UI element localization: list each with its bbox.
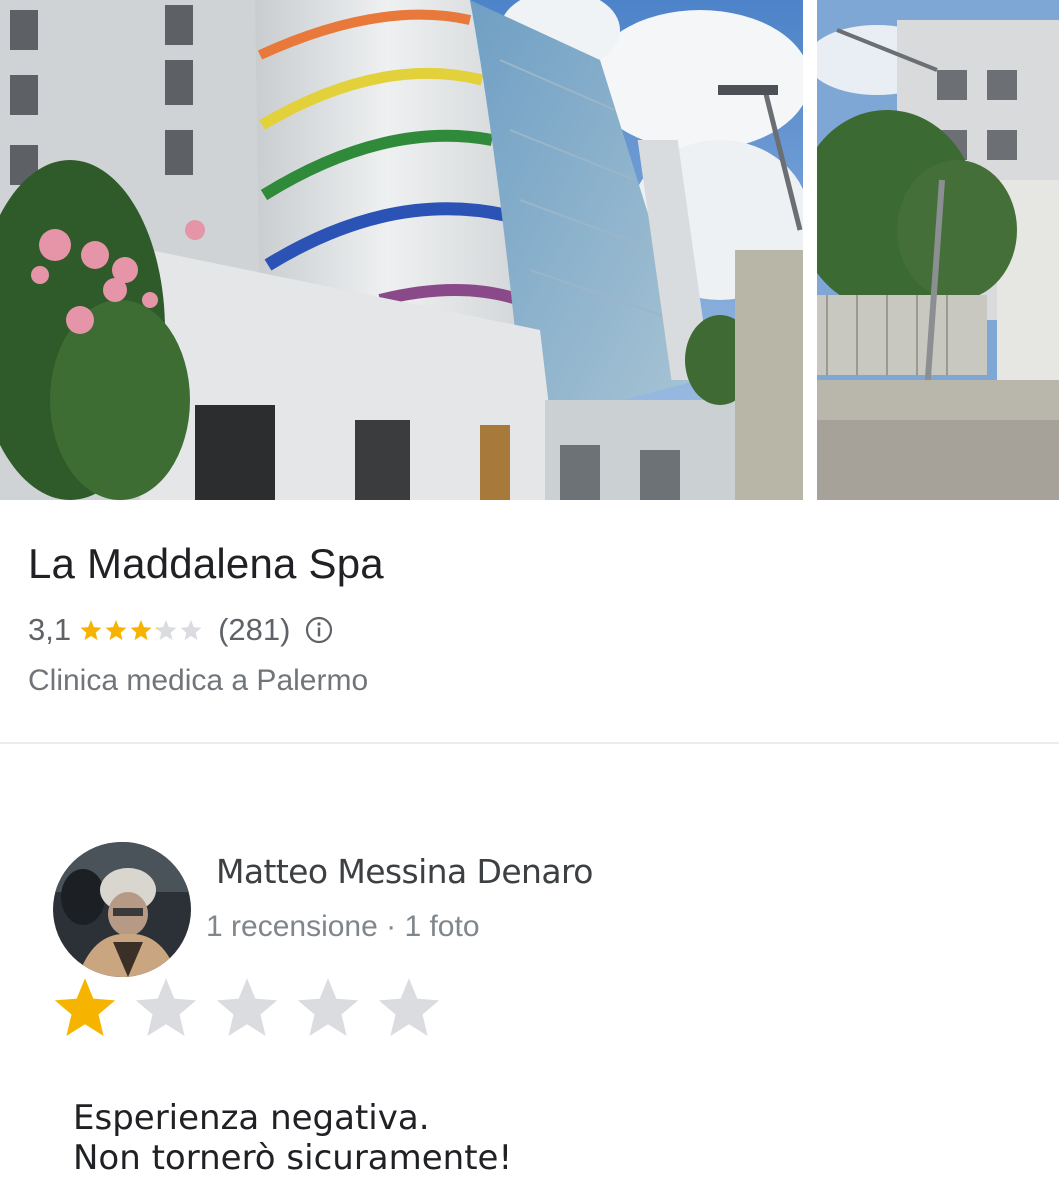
reviewer-avatar[interactable] [53, 842, 191, 977]
review-text-line-2: Non tornerò sicuramente! [73, 1138, 513, 1178]
review-text: Esperienza negativa. Non tornerò sicuram… [73, 1098, 512, 1178]
star-filled-icon [105, 620, 127, 641]
review-count[interactable]: (281) [218, 612, 290, 648]
star-empty-icon [135, 978, 197, 1036]
star-empty-icon [216, 978, 278, 1036]
info-icon[interactable] [304, 615, 334, 645]
review-text-line-1: Esperienza negativa. [73, 1098, 430, 1138]
photo-gallery [0, 0, 1059, 500]
star-filled-icon [54, 978, 116, 1036]
section-divider [0, 742, 1059, 744]
star-filled-icon [80, 620, 102, 641]
star-empty-icon [180, 620, 202, 641]
place-category: Clinica medica a Palermo [28, 664, 369, 697]
place-title: La Maddalena Spa [28, 540, 384, 587]
star-empty-icon [297, 978, 359, 1036]
place-photo-secondary[interactable] [817, 0, 1059, 500]
place-photo-main[interactable] [0, 0, 803, 500]
reviewer-name[interactable]: Matteo Messina Denaro [216, 852, 593, 891]
place-rating-row[interactable]: 3,1 (281) [28, 610, 334, 650]
reviewer-meta: 1 recensione · 1 foto [206, 910, 480, 943]
star-partial-icon [155, 620, 177, 641]
review-star-rating [50, 974, 455, 1040]
star-filled-icon [130, 620, 152, 641]
star-empty-icon [378, 978, 440, 1036]
rating-stars [79, 618, 204, 642]
rating-value: 3,1 [28, 612, 72, 647]
